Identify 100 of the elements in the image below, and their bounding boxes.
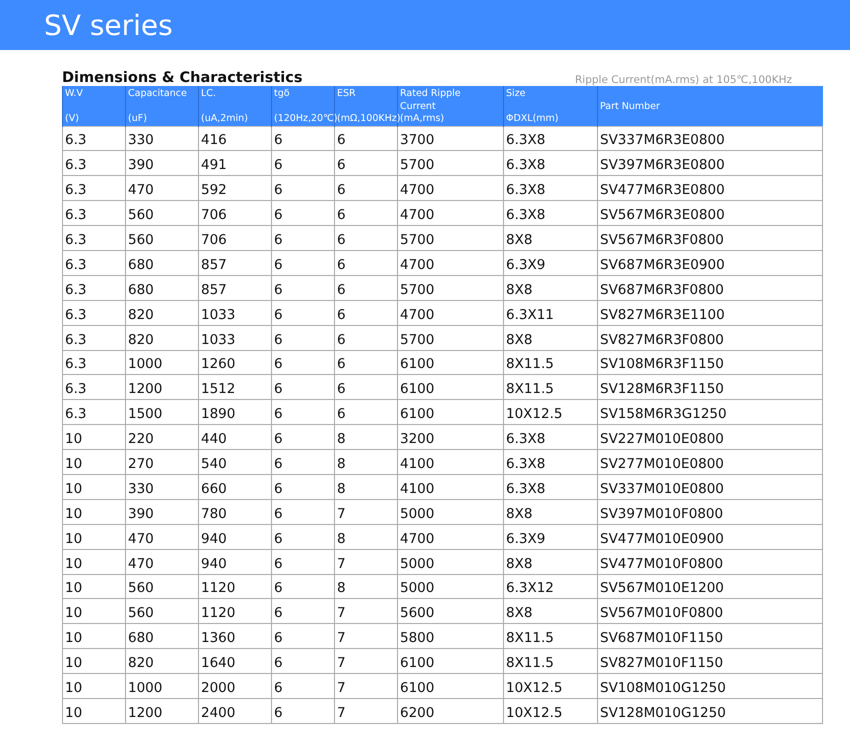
table-cell: 6.3 — [62, 126, 126, 151]
table-cell: 8X8 — [504, 226, 598, 250]
table-cell: 10 — [62, 598, 126, 624]
table-cell: 6 — [334, 226, 398, 250]
table-cell: 470 — [126, 176, 198, 201]
table-cell: 7 — [334, 598, 398, 624]
section-title: Dimensions & Characteristics — [62, 70, 302, 86]
table-cell: 8 — [334, 574, 398, 599]
table-cell: 5700 — [398, 325, 504, 350]
table-cell: SV277M010E0800 — [598, 450, 822, 474]
table-cell: 8X8 — [504, 325, 598, 350]
table-cell: 10 — [62, 674, 126, 698]
table-cell: 1000 — [126, 350, 198, 375]
table-cell: 8 — [334, 474, 398, 500]
column-header: tgδ (120Hz,20℃) — [272, 86, 334, 126]
table-cell: 6 — [272, 350, 334, 375]
column-header: Part Number — [598, 86, 822, 126]
table-cell: 4700 — [398, 176, 504, 201]
table-cell: 1200 — [126, 374, 198, 400]
column-header: W.V (V) — [62, 86, 126, 126]
table-cell: 6 — [334, 126, 398, 151]
table-cell: 6200 — [398, 698, 504, 724]
table-cell: 8 — [334, 524, 398, 550]
table-cell: 6.3X8 — [504, 126, 598, 151]
table-cell: SV687M010F1150 — [598, 624, 822, 649]
table-cell: 6.3X8 — [504, 150, 598, 176]
table-cell: 1640 — [198, 648, 272, 674]
table-cell: 6.3 — [62, 250, 126, 276]
table-cell: 6100 — [398, 350, 504, 375]
table-cell: SV397M010F0800 — [598, 499, 822, 524]
table-cell: 1890 — [198, 400, 272, 425]
table-cell: SV827M6R3F0800 — [598, 325, 822, 350]
table-cell: SV108M6R3F1150 — [598, 350, 822, 375]
table-cell: 6 — [272, 250, 334, 276]
table-cell: 10 — [62, 450, 126, 474]
table-cell: 8X8 — [504, 549, 598, 574]
table-cell: 8X11.5 — [504, 648, 598, 674]
table-cell: 820 — [126, 648, 198, 674]
table-cell: 6 — [334, 176, 398, 201]
table-cell: 820 — [126, 300, 198, 326]
table-cell: SV827M010F1150 — [598, 648, 822, 674]
table-cell: 6 — [272, 226, 334, 250]
table-cell: SV687M6R3E0900 — [598, 250, 822, 276]
table-cell: 940 — [198, 524, 272, 550]
table-cell: 5700 — [398, 150, 504, 176]
table-cell: 6 — [334, 300, 398, 326]
table-cell: 560 — [126, 226, 198, 250]
table-cell: 6.3 — [62, 350, 126, 375]
table-cell: 10 — [62, 499, 126, 524]
table-cell: 6100 — [398, 374, 504, 400]
table-cell: 10 — [62, 424, 126, 450]
table-cell: 7 — [334, 648, 398, 674]
table-cell: 1500 — [126, 400, 198, 425]
table-cell: 560 — [126, 598, 198, 624]
table-cell: 7 — [334, 698, 398, 724]
table-cell: 6 — [334, 325, 398, 350]
table-cell: 6 — [272, 176, 334, 201]
table-cell: 6.3X9 — [504, 250, 598, 276]
table-cell: SV477M010F0800 — [598, 549, 822, 574]
table-cell: 6 — [272, 325, 334, 350]
table-cell: 6 — [272, 598, 334, 624]
table-cell: 4100 — [398, 450, 504, 474]
table-cell: 8X11.5 — [504, 624, 598, 649]
table-cell: 680 — [126, 250, 198, 276]
table-cell: 470 — [126, 524, 198, 550]
table-cell: 6.3X8 — [504, 176, 598, 201]
table-cell: 1120 — [198, 574, 272, 599]
table-cell: 7 — [334, 549, 398, 574]
table-cell: 491 — [198, 150, 272, 176]
table-cell: SV337M010E0800 — [598, 474, 822, 500]
table-cell: 6 — [272, 698, 334, 724]
table-cell: 5700 — [398, 226, 504, 250]
table-cell: 10 — [62, 698, 126, 724]
table-cell: 706 — [198, 226, 272, 250]
table-cell: 6 — [334, 250, 398, 276]
table-cell: 6 — [272, 450, 334, 474]
table-cell: 7 — [334, 624, 398, 649]
table-cell: 6.3 — [62, 226, 126, 250]
table-cell: 3200 — [398, 424, 504, 450]
table-cell: 6.3 — [62, 176, 126, 201]
table-cell: 6.3 — [62, 300, 126, 326]
table-cell: 330 — [126, 474, 198, 500]
table-cell: 6.3X8 — [504, 424, 598, 450]
table-cell: 6.3X8 — [504, 474, 598, 500]
table-cell: 940 — [198, 549, 272, 574]
table-cell: 8X8 — [504, 275, 598, 300]
table-cell: SV128M6R3F1150 — [598, 374, 822, 400]
column-header: Size ΦDXL(mm) — [504, 86, 598, 126]
table-cell: 6 — [272, 200, 334, 226]
table-cell: 2400 — [198, 698, 272, 724]
table-cell: 6 — [272, 374, 334, 400]
table-cell: 220 — [126, 424, 198, 450]
table-cell: 6.3 — [62, 400, 126, 425]
table-cell: SV567M010F0800 — [598, 598, 822, 624]
table-cell: 1000 — [126, 674, 198, 698]
table-cell: 6 — [272, 524, 334, 550]
table-cell: SV397M6R3E0800 — [598, 150, 822, 176]
table-cell: 6.3X11 — [504, 300, 598, 326]
table-cell: 4100 — [398, 474, 504, 500]
table-cell: 10 — [62, 624, 126, 649]
